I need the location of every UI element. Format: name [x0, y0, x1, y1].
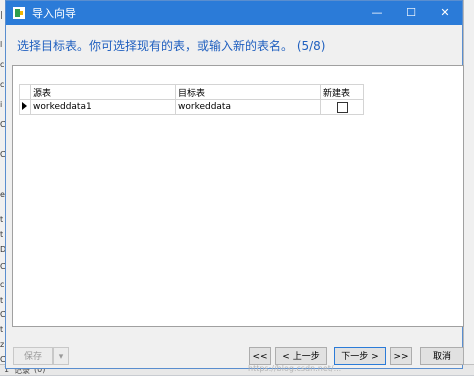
bg-fragment: t [0, 296, 4, 305]
row-header-cell [19, 84, 31, 100]
maximize-button[interactable]: ☐ [394, 1, 428, 25]
save-dropdown-button[interactable]: ▾ [53, 347, 69, 365]
import-wizard-dialog: 导入向导 — ☐ ✕ 选择目标表。你可选择现有的表，或输入新的表名。 (5/8)… [5, 0, 464, 369]
window-title: 导入向导 [32, 7, 76, 20]
last-step-button[interactable]: >> [390, 347, 412, 365]
cancel-button[interactable]: 取消 [420, 347, 464, 365]
bg-fragment: t [0, 215, 4, 224]
bg-fragment: t [0, 325, 4, 334]
table-row[interactable]: workeddata1 workeddata [19, 99, 364, 115]
minimize-button[interactable]: — [360, 1, 394, 25]
bg-fragment: t [0, 230, 4, 239]
bg-fragment: z [0, 340, 5, 349]
table-mapping-panel: 源表 目标表 新建表 workeddata1 workeddata [12, 65, 464, 327]
column-header-target[interactable]: 目标表 [175, 84, 321, 100]
save-button[interactable]: 保存 [13, 347, 53, 365]
first-step-button[interactable]: << [249, 347, 271, 365]
bg-fragment: l [0, 40, 3, 49]
bg-fragment: | [0, 10, 3, 19]
bg-fragment: c [0, 80, 5, 89]
current-row-arrow-icon [22, 101, 27, 110]
bg-fragment: c [0, 280, 5, 289]
target-table-cell[interactable]: workeddata [175, 99, 321, 115]
column-header-source[interactable]: 源表 [30, 84, 176, 100]
new-table-cell[interactable] [320, 99, 364, 115]
bg-fragment: i [0, 100, 3, 109]
watermark: https://blog.csdn.net/... [248, 364, 342, 373]
column-header-new-table[interactable]: 新建表 [320, 84, 364, 100]
title-bar[interactable]: 导入向导 — ☐ ✕ [6, 1, 462, 25]
bg-fragment: c [0, 60, 5, 69]
table-header-row: 源表 目标表 新建表 [19, 84, 364, 100]
next-button[interactable]: 下一步 > [334, 347, 386, 365]
table-mapping-grid: 源表 目标表 新建表 workeddata1 workeddata [19, 84, 364, 115]
previous-button[interactable]: < 上一步 [275, 347, 327, 365]
close-button[interactable]: ✕ [428, 1, 462, 25]
background-app-right [463, 0, 474, 375]
new-table-checkbox[interactable] [336, 101, 348, 113]
row-selector[interactable] [19, 99, 31, 115]
source-table-cell[interactable]: workeddata1 [30, 99, 176, 115]
step-heading: 选择目标表。你可选择现有的表，或输入新的表名。 (5/8) [17, 39, 326, 53]
import-wizard-icon [13, 7, 25, 19]
